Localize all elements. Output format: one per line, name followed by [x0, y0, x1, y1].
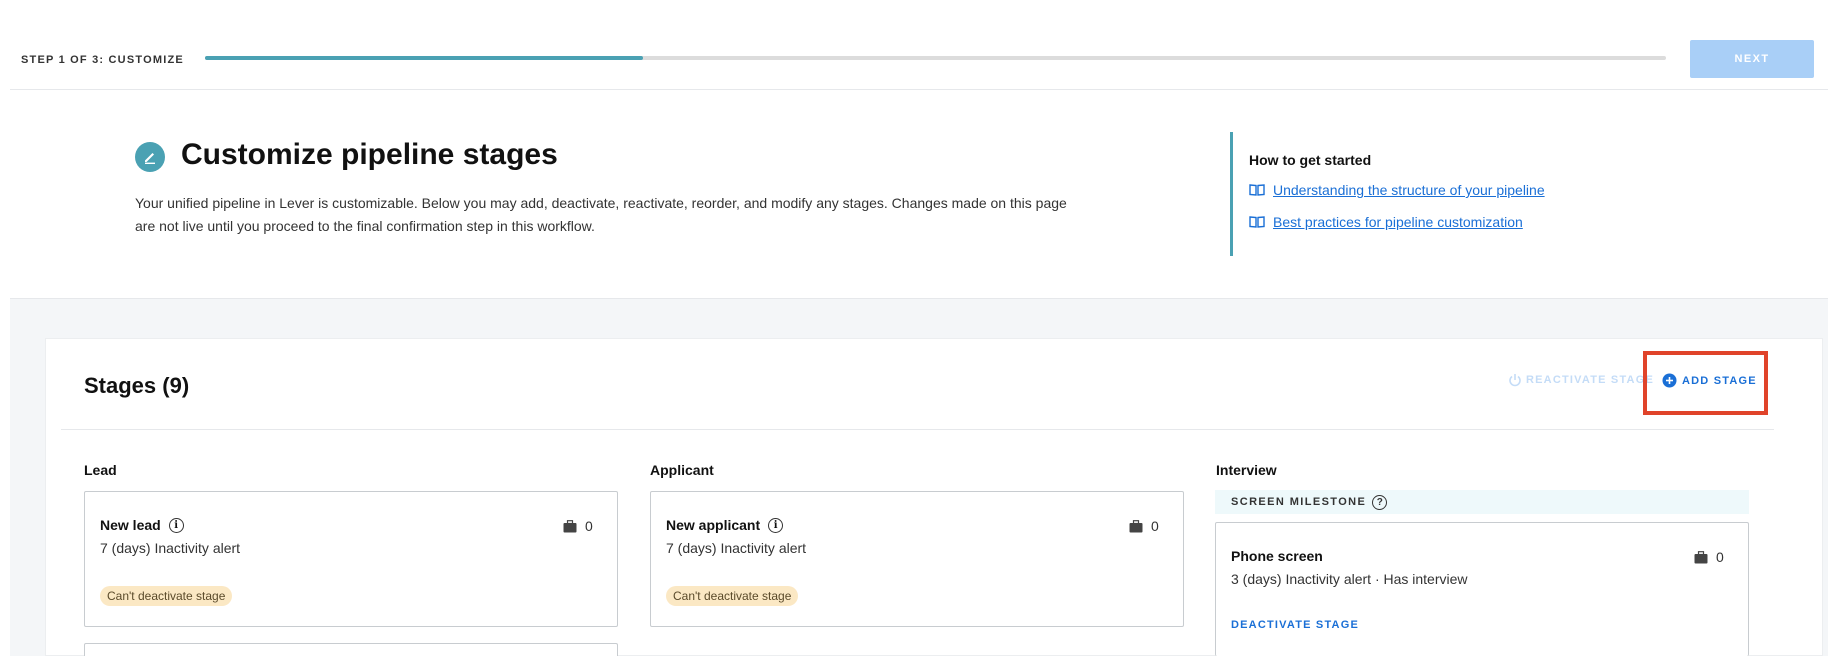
help-link-structure[interactable]: Understanding the structure of your pipe… — [1249, 182, 1610, 198]
book-icon — [1249, 216, 1265, 228]
edit-pencil-icon — [135, 142, 165, 172]
column-label-lead: Lead — [84, 462, 117, 478]
progress-bar — [205, 56, 1666, 60]
stage-card-title: Phone screen — [1231, 548, 1323, 564]
stage-count-value: 0 — [585, 518, 593, 534]
stage-card-new-applicant[interactable]: New applicant i 7 (days) Inactivity aler… — [650, 491, 1184, 627]
stage-title-text: New applicant — [666, 517, 761, 533]
stage-count-value: 0 — [1151, 518, 1159, 534]
stage-card-phone-screen[interactable]: Phone screen 3 (days) Inactivity alert ·… — [1215, 522, 1749, 656]
help-panel: How to get started Understanding the str… — [1230, 132, 1610, 256]
progress-bar-fill — [205, 56, 644, 60]
stage-card-subtitle: 3 (days) Inactivity alert · Has intervie… — [1231, 571, 1468, 587]
next-button[interactable]: NEXT — [1690, 40, 1814, 78]
step-label: STEP 1 OF 3: CUSTOMIZE — [21, 54, 184, 66]
book-icon — [1249, 184, 1265, 196]
help-question-icon[interactable]: ? — [1372, 494, 1388, 510]
stage-count: 0 — [563, 518, 593, 534]
divider — [61, 429, 1774, 430]
page-description: Your unified pipeline in Lever is custom… — [135, 195, 1067, 234]
stage-card-subtitle: 7 (days) Inactivity alert — [666, 540, 807, 556]
help-link-label[interactable]: Best practices for pipeline customizatio… — [1273, 214, 1523, 230]
column-label-interview: Interview — [1216, 462, 1277, 478]
stage-count-value: 0 — [1716, 549, 1724, 565]
briefcase-icon — [1694, 550, 1708, 563]
info-icon[interactable]: i — [768, 517, 784, 533]
stage-card-partial[interactable] — [84, 643, 618, 656]
stage-card-new-lead[interactable]: New lead i 7 (days) Inactivity alert 0 C… — [84, 491, 618, 627]
power-icon — [1509, 374, 1521, 387]
highlight-box — [1643, 351, 1768, 415]
briefcase-icon — [563, 519, 577, 532]
stages-title: Stages (9) — [84, 373, 190, 398]
help-link-label[interactable]: Understanding the structure of your pipe… — [1273, 182, 1545, 198]
stage-card-title: New lead i — [100, 517, 184, 533]
briefcase-icon — [1129, 519, 1143, 532]
stage-count: 0 — [1129, 518, 1159, 534]
screen-milestone-banner: SCREEN MILESTONE ? — [1215, 490, 1749, 514]
reactivate-stage-label[interactable]: REACTIVATE STAGE — [1526, 374, 1654, 386]
info-icon[interactable]: i — [168, 517, 184, 533]
page-title: Customize pipeline stages — [181, 138, 558, 171]
stage-count: 0 — [1694, 549, 1724, 565]
help-title: How to get started — [1249, 152, 1372, 168]
stage-card-title: New applicant i — [666, 517, 784, 533]
column-label-applicant: Applicant — [650, 462, 714, 478]
stage-card-subtitle: 7 (days) Inactivity alert — [100, 540, 241, 556]
help-link-best-practices[interactable]: Best practices for pipeline customizatio… — [1249, 214, 1610, 230]
stage-title-text: New lead — [100, 517, 161, 533]
cant-deactivate-badge: Can't deactivate stage — [100, 586, 233, 606]
step-header: STEP 1 OF 3: CUSTOMIZE NEXT — [10, 0, 1828, 90]
deactivate-stage-link[interactable]: DEACTIVATE STAGE — [1231, 619, 1359, 631]
cant-deactivate-badge: Can't deactivate stage — [666, 586, 799, 606]
stage-title-text: Phone screen — [1231, 548, 1323, 564]
reactivate-stage-button[interactable]: REACTIVATE STAGE — [1508, 373, 1654, 387]
milestone-label: SCREEN MILESTONE — [1231, 496, 1367, 508]
